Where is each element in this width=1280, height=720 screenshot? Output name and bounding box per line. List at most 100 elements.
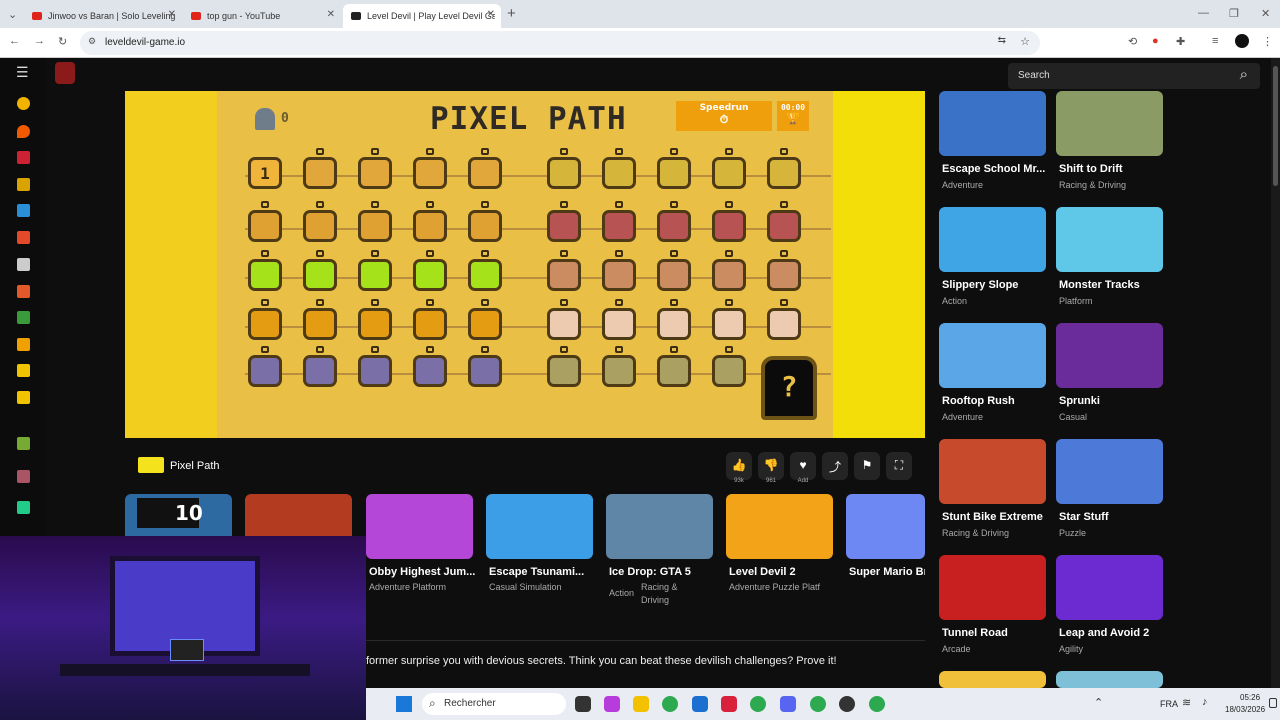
site-logo[interactable] [55, 62, 75, 84]
app-icon[interactable] [692, 696, 708, 712]
discord-icon[interactable] [780, 696, 796, 712]
related-game-card[interactable] [606, 494, 713, 559]
nav-category-icon[interactable] [17, 364, 30, 377]
level-button[interactable] [248, 259, 282, 291]
level-button[interactable] [413, 157, 447, 189]
level-button[interactable] [767, 157, 801, 189]
site-info-icon[interactable]: ⚙ [88, 36, 96, 47]
level-button[interactable] [358, 210, 392, 242]
nav-new-icon[interactable] [17, 97, 30, 110]
level-button[interactable] [303, 355, 337, 387]
level-button[interactable] [358, 308, 392, 340]
like-button[interactable]: 👍 [726, 452, 752, 480]
hamburger-menu-icon[interactable]: ☰ [16, 64, 29, 81]
level-button[interactable] [602, 308, 636, 340]
chrome-icon[interactable] [662, 696, 678, 712]
forward-icon[interactable]: → [34, 35, 45, 47]
menu-kebab-icon[interactable]: ⋮ [1262, 35, 1273, 48]
extension-icon[interactable]: ⟲ [1128, 35, 1137, 48]
reading-list-icon[interactable]: ≡ [1212, 35, 1218, 47]
sidebar-game-card[interactable] [1056, 439, 1163, 504]
sidebar-game-title[interactable]: Shift to Drift [1059, 163, 1171, 175]
tab-top-gun[interactable]: top gun - YouTube ✕ [183, 4, 341, 28]
close-tab-icon[interactable]: ✕ [168, 9, 176, 20]
new-tab-button[interactable]: + [507, 5, 516, 22]
level-button[interactable] [547, 308, 581, 340]
nav-category-icon[interactable] [17, 311, 30, 324]
level-button[interactable] [547, 259, 581, 291]
report-button[interactable]: ⚑ [854, 452, 880, 480]
tab-level-devil[interactable]: Level Devil | Play Level Devil Ga ✕ [343, 4, 501, 28]
level-button[interactable] [303, 157, 337, 189]
dislike-button[interactable]: 👎 [758, 452, 784, 480]
copilot-icon[interactable] [604, 696, 620, 712]
level-button[interactable] [767, 210, 801, 242]
related-game-card[interactable] [726, 494, 833, 559]
level-button[interactable] [413, 355, 447, 387]
back-icon[interactable]: ← [9, 35, 20, 47]
nav-category-icon[interactable] [17, 231, 30, 244]
profile-avatar[interactable] [1235, 34, 1249, 48]
level-button[interactable] [547, 210, 581, 242]
sidebar-game-card[interactable] [939, 439, 1046, 504]
windows-start-icon[interactable] [396, 696, 412, 712]
tray-time[interactable]: 05:26 [1240, 693, 1260, 702]
tray-wifi-icon[interactable]: ≋ [1182, 696, 1198, 712]
notification-icon[interactable] [1269, 698, 1277, 708]
scrollbar[interactable] [1271, 58, 1280, 688]
level-button[interactable] [468, 355, 502, 387]
nav-category-icon[interactable] [17, 178, 30, 191]
sidebar-game-card[interactable] [939, 671, 1046, 688]
scrollbar-thumb[interactable] [1273, 66, 1278, 186]
level-button[interactable] [468, 308, 502, 340]
sidebar-game-card[interactable] [939, 555, 1046, 620]
sidebar-game-title[interactable]: Sprunki [1059, 395, 1171, 407]
translate-icon[interactable]: ⇆ [998, 35, 1006, 46]
task-view-icon[interactable] [575, 696, 591, 712]
nav-category-icon[interactable] [17, 258, 30, 271]
sidebar-game-title[interactable]: Tunnel Road [942, 627, 1054, 639]
puzzle-icon[interactable]: ✚ [1176, 35, 1185, 48]
related-game-card[interactable] [366, 494, 473, 559]
level-button[interactable] [767, 308, 801, 340]
related-game-card[interactable] [486, 494, 593, 559]
level-button[interactable] [602, 259, 636, 291]
sidebar-game-card[interactable] [939, 323, 1046, 388]
level-button[interactable] [303, 259, 337, 291]
tray-volume-icon[interactable]: ♪ [1202, 696, 1218, 712]
nav-category-icon[interactable] [17, 338, 30, 351]
tray-chevron-icon[interactable]: ⌃ [1094, 696, 1110, 712]
maximize-icon[interactable]: ❐ [1229, 7, 1239, 20]
nav-category-icon[interactable] [17, 391, 30, 404]
level-button[interactable] [657, 308, 691, 340]
sidebar-game-card[interactable] [1056, 91, 1163, 156]
bookmark-star-icon[interactable]: ☆ [1020, 35, 1030, 48]
level-button[interactable] [468, 259, 502, 291]
file-explorer-icon[interactable] [633, 696, 649, 712]
minimize-icon[interactable]: — [1198, 7, 1209, 19]
fullscreen-button[interactable]: ⛶ [886, 452, 912, 480]
sidebar-game-title[interactable]: Slippery Slope [942, 279, 1054, 291]
level-button[interactable] [657, 157, 691, 189]
search-icon[interactable]: ⌕ [1240, 66, 1248, 83]
level-button[interactable] [712, 355, 746, 387]
sidebar-game-title[interactable]: Escape School Mr... [942, 163, 1054, 175]
level-button[interactable] [712, 157, 746, 189]
level-button[interactable] [767, 259, 801, 291]
level-button[interactable] [413, 210, 447, 242]
tab-search-icon[interactable]: ⌄ [8, 8, 17, 21]
chrome-icon[interactable] [810, 696, 826, 712]
sidebar-game-card[interactable] [1056, 671, 1163, 688]
mystery-level-button[interactable]: ? [761, 356, 817, 420]
level-button[interactable] [657, 259, 691, 291]
reload-icon[interactable]: ↻ [58, 35, 67, 48]
level-button[interactable] [712, 210, 746, 242]
level-button[interactable] [657, 210, 691, 242]
share-button[interactable]: ⤴ [822, 452, 848, 480]
tray-lang[interactable]: FRA [1160, 699, 1178, 709]
level-button[interactable]: 1 [248, 157, 282, 189]
level-button[interactable] [358, 355, 392, 387]
close-tab-icon[interactable]: ✕ [327, 9, 335, 20]
level-button[interactable] [358, 259, 392, 291]
nav-category-icon[interactable] [17, 285, 30, 298]
